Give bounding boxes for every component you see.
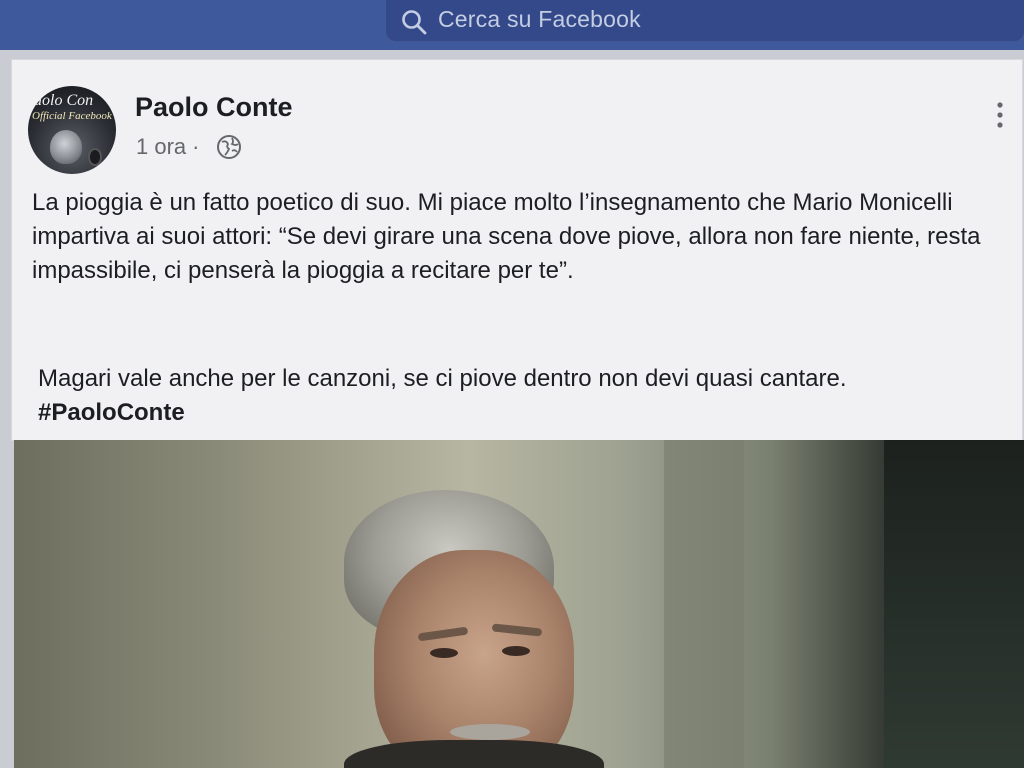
- photo-background-dark: [884, 440, 1024, 768]
- photo-mustache: [450, 724, 530, 740]
- post-timestamp[interactable]: 1 ora: [136, 134, 186, 159]
- post-photo[interactable]: [14, 440, 1024, 768]
- search-icon: [402, 10, 427, 35]
- facebook-top-bar: Cerca su Facebook: [0, 0, 1024, 50]
- avatar[interactable]: aolo Con Official Facebook: [28, 86, 116, 174]
- post-author-name[interactable]: Paolo Conte: [135, 92, 293, 123]
- avatar-text-name: aolo Con: [34, 92, 94, 109]
- post-meta: 1 ora ·: [136, 134, 205, 160]
- photo-left-eye: [430, 648, 458, 658]
- post-paragraph-2: Magari vale anche per le canzoni, se ci …: [38, 362, 958, 430]
- photo-background-blur: [664, 440, 744, 768]
- avatar-text-official: Official Facebook: [32, 110, 112, 122]
- post-paragraph-2-text: Magari vale anche per le canzoni, se ci …: [38, 365, 847, 392]
- post-text: La pioggia è un fatto poetico di suo. Mi…: [32, 186, 992, 426]
- avatar-portrait: [50, 130, 82, 164]
- photo-collar: [344, 740, 604, 768]
- hashtag-link[interactable]: #PaoloConte: [38, 399, 185, 426]
- microphone-icon: [88, 148, 102, 166]
- more-options-icon[interactable]: [990, 100, 1010, 130]
- globe-icon[interactable]: [216, 134, 242, 160]
- search-box[interactable]: Cerca su Facebook: [386, 0, 1024, 42]
- photo-right-eye: [502, 646, 530, 656]
- search-input[interactable]: Cerca su Facebook: [438, 6, 641, 33]
- post-paragraph-1: La pioggia è un fatto poetico di suo. Mi…: [32, 189, 981, 284]
- meta-separator: ·: [192, 134, 200, 159]
